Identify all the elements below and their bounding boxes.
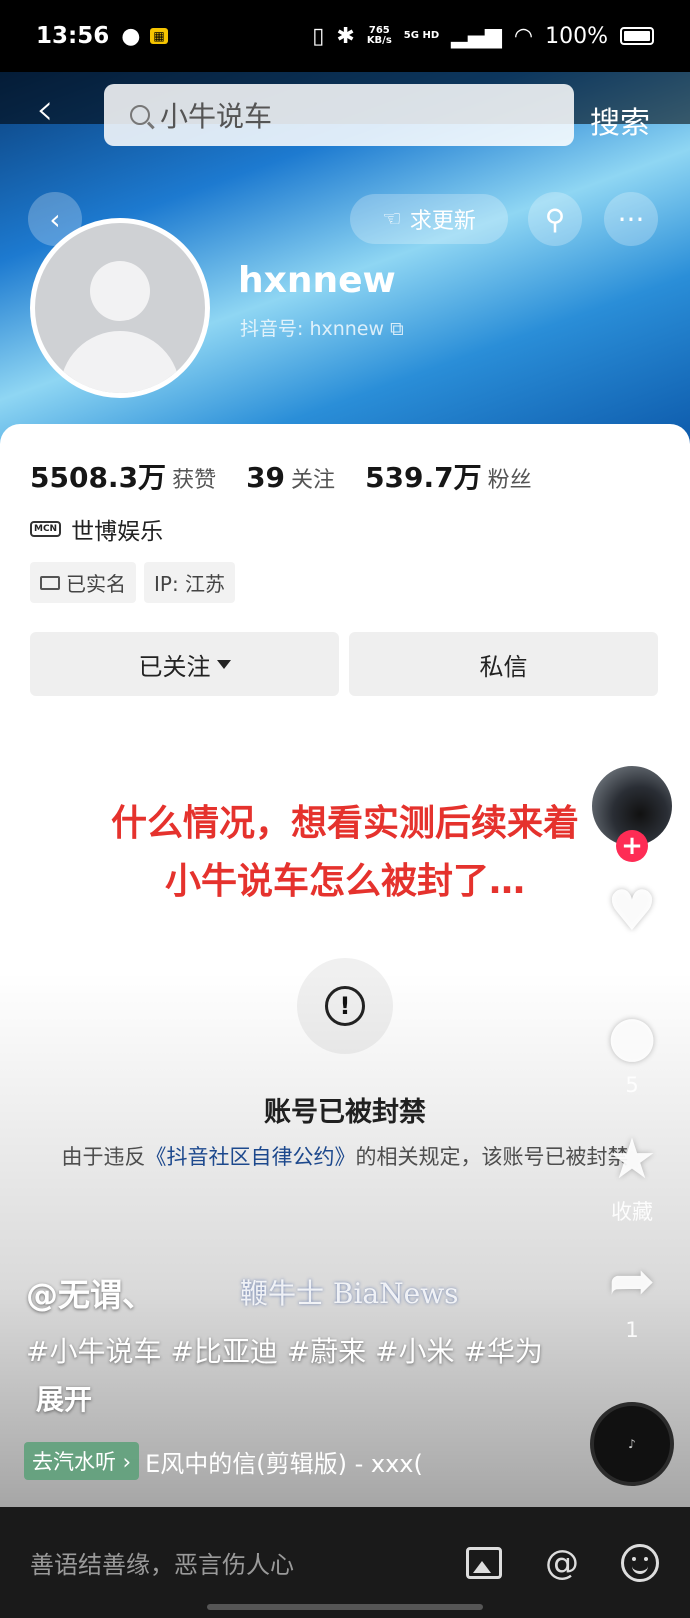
id-card-icon bbox=[40, 575, 60, 590]
stat-following-value: 39 bbox=[246, 461, 286, 494]
more-icon: ··· bbox=[604, 192, 658, 246]
like-count: 6 bbox=[625, 948, 639, 972]
stat-likes: 5508.3万 获赞 bbox=[30, 456, 216, 496]
net-speed: 765 KB/s bbox=[366, 25, 392, 46]
stat-likes-label: 获赞 bbox=[172, 468, 217, 493]
status-bar: 13:56 ● ▦ ▯ ✱ 765 KB/s 5G HD ▂▄▆ ◠ 100% bbox=[0, 0, 690, 72]
music-disc-icon[interactable]: ♪ bbox=[590, 1402, 674, 1486]
share-count: 1 bbox=[625, 1318, 639, 1342]
music-title: E风中的信(剪辑版) - xxx( bbox=[145, 1449, 423, 1478]
profile-avatar bbox=[30, 218, 210, 398]
comment-count: 5 bbox=[625, 1073, 639, 1097]
dropdown-arrow-icon bbox=[216, 659, 231, 669]
exclamation-icon: ! bbox=[325, 986, 365, 1026]
ban-title: 账号已被封禁 bbox=[264, 1097, 426, 1128]
search-button[interactable]: 搜索 bbox=[590, 98, 650, 142]
listen-chip-text: 去汽水听 bbox=[32, 1450, 116, 1474]
followed-button: 已关注 bbox=[30, 632, 339, 696]
copy-icon: ⧉ bbox=[390, 318, 404, 340]
like-button[interactable]: ♥ 6 bbox=[595, 879, 669, 973]
share-button[interactable]: ➦ 1 bbox=[595, 1249, 669, 1343]
wifi-icon: ◠ bbox=[513, 23, 534, 49]
battery-icon bbox=[620, 27, 654, 45]
comment-button[interactable]: ● 5 bbox=[595, 1004, 669, 1098]
bluetooth-icon: ✱ bbox=[336, 23, 355, 49]
ban-desc-suffix: 的相关规定，该账号已被封禁 bbox=[355, 1145, 629, 1169]
community-rules-link: 《抖音社区自律公约》 bbox=[145, 1145, 356, 1169]
overlay-line-2: 小牛说车怎么被封了… bbox=[164, 861, 525, 902]
ban-desc-prefix: 由于违反 bbox=[61, 1145, 146, 1169]
douyin-id: 抖音号: hxnnew ⧉ bbox=[240, 314, 404, 341]
image-glyph bbox=[466, 1546, 502, 1579]
follow-plus-icon[interactable]: + bbox=[616, 830, 648, 862]
profile-actions: 已关注 私信 bbox=[30, 632, 658, 696]
image-icon[interactable] bbox=[464, 1543, 504, 1583]
stat-likes-value: 5508.3万 bbox=[30, 461, 167, 494]
search-input[interactable]: 小牛说车 bbox=[104, 84, 574, 146]
request-update-button: ☜ 求更新 bbox=[350, 194, 508, 244]
mcn-name: 世博娱乐 bbox=[71, 519, 164, 545]
overlay-line-1: 什么情况，想看实测后续来着 bbox=[110, 803, 579, 844]
stat-followers: 539.7万 粉丝 bbox=[365, 456, 532, 496]
share-icon: ➦ bbox=[608, 1249, 656, 1314]
profile-stats: 5508.3万 获赞 39 关注 539.7万 粉丝 bbox=[30, 456, 532, 496]
hashtags-text[interactable]: #小牛说车 #比亚迪 #蔚来 #小米 #华为 bbox=[26, 1335, 543, 1368]
vibrate-icon: ▯ bbox=[312, 23, 325, 49]
music-row[interactable]: 去汽水听 › E风中的信(剪辑版) - xxx( bbox=[24, 1442, 423, 1480]
avatar-head bbox=[90, 261, 150, 321]
douyin-id-text: 抖音号: hxnnew bbox=[240, 318, 385, 340]
battery-text: 100% bbox=[545, 23, 608, 49]
verified-tag-text: 已实名 bbox=[66, 572, 126, 596]
profile-username: hxnnew bbox=[238, 260, 396, 301]
emoji-glyph bbox=[621, 1543, 659, 1582]
ip-tag: IP: 江苏 bbox=[144, 562, 236, 603]
expand-button[interactable]: 展开 bbox=[36, 1383, 92, 1416]
stat-following-label: 关注 bbox=[291, 468, 336, 493]
caption-hashtags[interactable]: #小牛说车 #比亚迪 #蔚来 #小米 #华为展开 bbox=[26, 1328, 566, 1424]
request-update-label: 求更新 bbox=[409, 209, 476, 234]
mcn-row: MCN 世博娱乐 bbox=[30, 512, 163, 546]
video-frame[interactable]: ‹ 小牛说车 搜索 ‹ ☜ 求更新 ⚲ ··· hxnnew 抖音号: hxnn… bbox=[0, 72, 690, 1507]
followed-button-label: 已关注 bbox=[138, 652, 211, 681]
watermark: 鞭牛士 BiaNews bbox=[240, 1277, 459, 1310]
message-button: 私信 bbox=[349, 632, 658, 696]
status-right: ▯ ✱ 765 KB/s 5G HD ▂▄▆ ◠ 100% bbox=[312, 24, 654, 49]
star-icon: ★ bbox=[606, 1127, 658, 1192]
favorite-button[interactable]: ★ 收藏 bbox=[595, 1130, 669, 1226]
stat-following: 39 关注 bbox=[246, 461, 335, 494]
ban-warning-icon: ! bbox=[297, 958, 393, 1054]
caption-author[interactable]: @无谓、 bbox=[26, 1270, 154, 1316]
avatar-body bbox=[60, 331, 180, 393]
sim-icon: ▦ bbox=[150, 28, 168, 44]
emoji-icon[interactable] bbox=[620, 1543, 660, 1583]
listen-chip[interactable]: 去汽水听 › bbox=[24, 1442, 140, 1480]
heart-icon: ♥ bbox=[606, 879, 658, 944]
notification-icons: ● ▦ bbox=[121, 24, 168, 49]
wechat-icon: ● bbox=[121, 23, 141, 49]
network-type: 5G HD bbox=[403, 30, 440, 41]
stat-followers-label: 粉丝 bbox=[487, 468, 532, 493]
stat-followers-value: 539.7万 bbox=[365, 461, 482, 494]
favorite-label: 收藏 bbox=[611, 1200, 653, 1224]
status-time: 13:56 bbox=[36, 23, 110, 49]
back-arrow-icon[interactable]: ‹ bbox=[36, 84, 54, 135]
comment-input[interactable]: 善语结善缘，恶言伤人心 bbox=[30, 1545, 426, 1580]
signal-icon: ▂▄▆ bbox=[451, 23, 502, 49]
search-icon bbox=[130, 105, 150, 125]
home-indicator[interactable] bbox=[207, 1604, 483, 1610]
verified-tag: 已实名 bbox=[30, 562, 136, 603]
hand-icon: ☜ bbox=[382, 206, 402, 232]
comment-bar: 善语结善缘，恶言伤人心 @ bbox=[0, 1507, 690, 1618]
mention-icon[interactable]: @ bbox=[542, 1543, 582, 1583]
comment-icon: ● bbox=[607, 1004, 657, 1069]
profile-search-icon: ⚲ bbox=[528, 192, 582, 246]
ban-description: 由于违反《抖音社区自律公约》的相关规定，该账号已被封禁 bbox=[60, 1140, 630, 1174]
search-query: 小牛说车 bbox=[160, 100, 273, 133]
profile-tags: 已实名 IP: 江苏 bbox=[30, 562, 236, 603]
mcn-icon: MCN bbox=[30, 521, 62, 537]
